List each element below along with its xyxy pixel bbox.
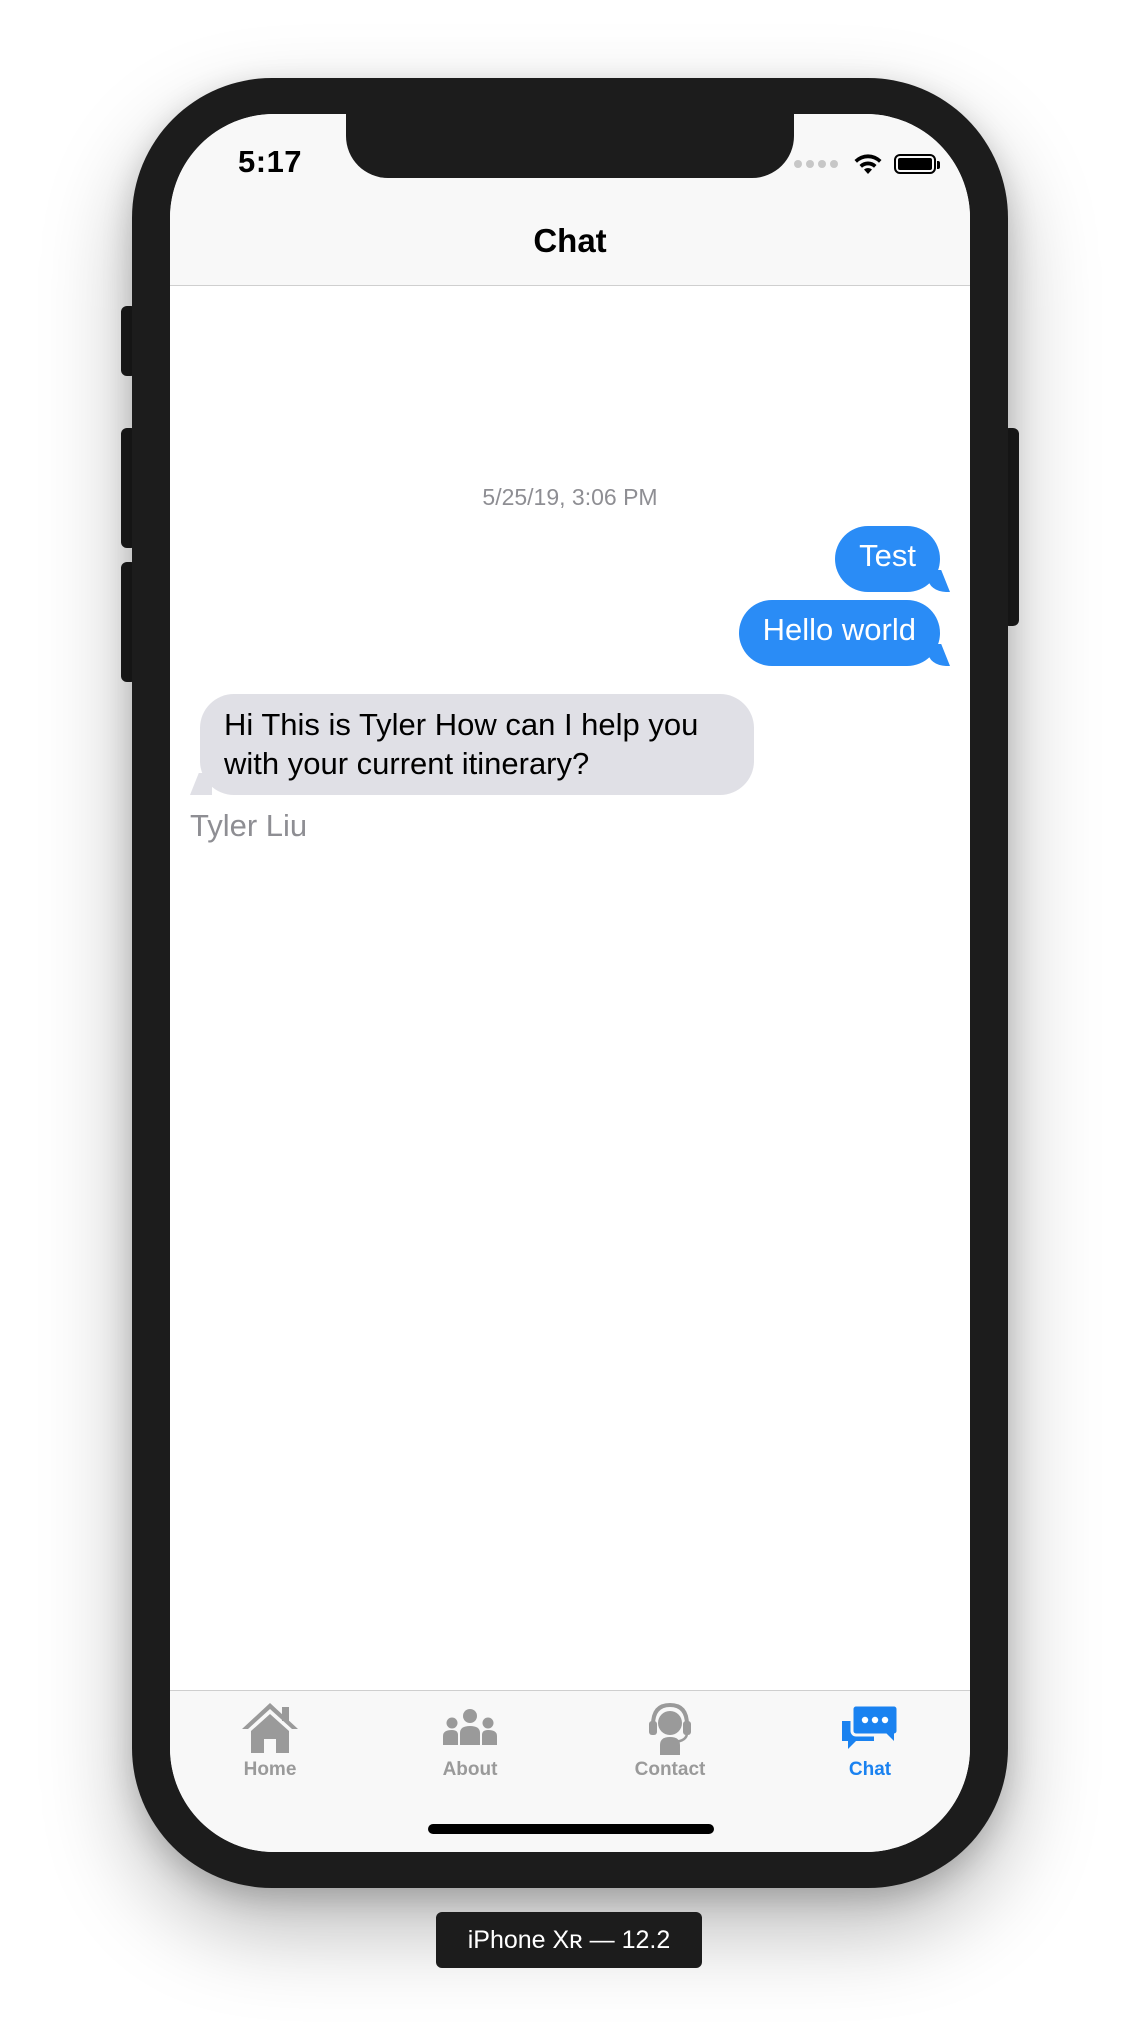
page-title: Chat: [533, 222, 607, 259]
cellular-signal-icon: [794, 160, 838, 168]
outgoing-message-bubble[interactable]: Hello world: [738, 600, 940, 666]
tab-label: Home: [243, 1759, 297, 1780]
status-icons: [794, 152, 940, 176]
tab-chat[interactable]: Chat: [770, 1699, 970, 1799]
tab-label: About: [442, 1759, 498, 1780]
tab-about[interactable]: About: [370, 1699, 570, 1799]
message-sender-name: Tyler Liu: [190, 808, 308, 843]
headset-support-icon: [649, 1702, 691, 1755]
home-indicator[interactable]: [428, 1824, 714, 1834]
wifi-icon: [854, 154, 882, 174]
people-group-icon: [443, 1709, 497, 1745]
house-icon: [242, 1703, 298, 1753]
phone-screen: 5:17 Chat 5/25/19, 3:06 PM Test Hello wo…: [170, 114, 970, 1852]
battery-icon: [894, 154, 940, 174]
incoming-message-bubble[interactable]: Hi This is Tyler How can I help you with…: [200, 694, 754, 795]
simulator-device-label: iPhone Xʀ — 12.2: [436, 1912, 702, 1968]
message-timestamp: 5/25/19, 3:06 PM: [482, 484, 658, 510]
tab-label: Contact: [634, 1759, 706, 1780]
status-time: 5:17: [238, 144, 303, 179]
camera-notch: [346, 114, 794, 178]
tab-label: Chat: [848, 1759, 892, 1780]
tab-home[interactable]: Home: [170, 1699, 370, 1799]
chat-bubbles-icon: [842, 1703, 900, 1749]
simulator-stage: 5:17 Chat 5/25/19, 3:06 PM Test Hello wo…: [0, 0, 1140, 2040]
tab-contact[interactable]: Contact: [570, 1699, 770, 1799]
outgoing-message-bubble[interactable]: Test: [835, 526, 940, 592]
